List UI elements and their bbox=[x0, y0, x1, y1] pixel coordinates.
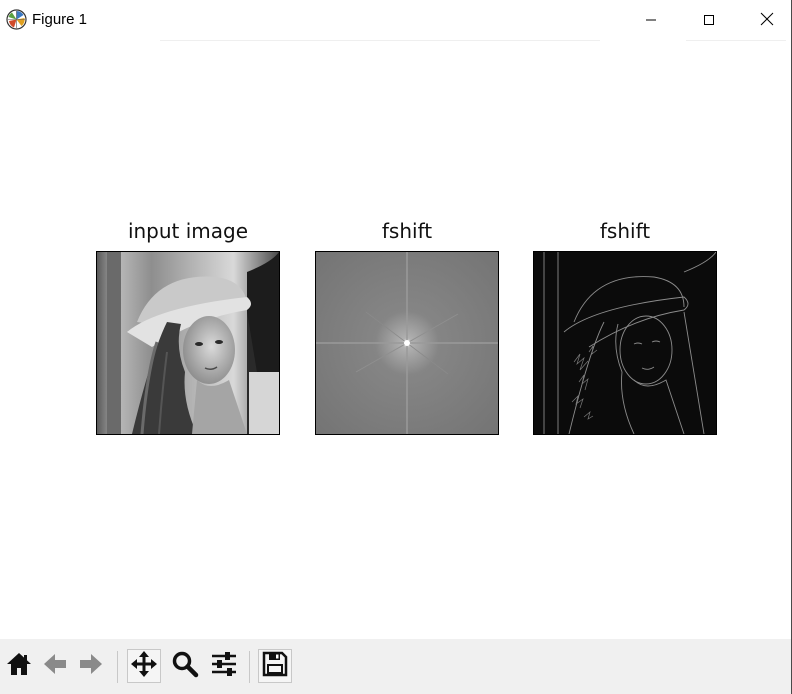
subplot-title-fshift-spectrum: fshift bbox=[381, 219, 433, 243]
sliders-icon bbox=[210, 650, 238, 682]
toolbar-separator bbox=[249, 651, 250, 683]
close-icon bbox=[760, 11, 774, 30]
figure-canvas[interactable]: input image fshift fshift bbox=[0, 41, 792, 639]
spectrum-axes[interactable] bbox=[315, 251, 499, 435]
subplot-title-input-image: input image bbox=[127, 219, 249, 243]
zoom-button[interactable] bbox=[168, 649, 202, 683]
minimize-button[interactable] bbox=[622, 0, 680, 40]
forward-button[interactable] bbox=[74, 649, 108, 683]
title-bar[interactable]: Figure 1 bbox=[0, 0, 792, 41]
input-image-axes[interactable] bbox=[96, 251, 280, 435]
maximize-icon bbox=[703, 11, 715, 30]
home-button[interactable] bbox=[2, 649, 36, 683]
minimize-icon bbox=[645, 11, 657, 30]
spectrum-image bbox=[316, 252, 498, 434]
back-arrow-icon bbox=[41, 650, 69, 682]
maximize-button[interactable] bbox=[680, 0, 738, 40]
toolbar-separator bbox=[117, 651, 118, 683]
figure-window: Figure 1 input image fshift fshift bbox=[0, 0, 792, 694]
pan-button[interactable] bbox=[127, 649, 161, 683]
configure-subplots-button[interactable] bbox=[207, 649, 241, 683]
navigation-toolbar bbox=[0, 639, 792, 694]
save-button[interactable] bbox=[258, 649, 292, 683]
home-icon bbox=[5, 650, 33, 682]
move-icon bbox=[130, 650, 158, 682]
save-icon bbox=[261, 650, 289, 682]
edges-image bbox=[534, 252, 716, 434]
subplot-title-fshift-edges: fshift bbox=[599, 219, 651, 243]
matplotlib-logo-icon bbox=[6, 9, 27, 30]
window-title: Figure 1 bbox=[32, 11, 88, 28]
edges-axes[interactable] bbox=[533, 251, 717, 435]
close-button[interactable] bbox=[738, 0, 792, 40]
forward-arrow-icon bbox=[77, 650, 105, 682]
back-button[interactable] bbox=[38, 649, 72, 683]
zoom-icon bbox=[171, 650, 199, 682]
portrait-image bbox=[97, 252, 279, 434]
